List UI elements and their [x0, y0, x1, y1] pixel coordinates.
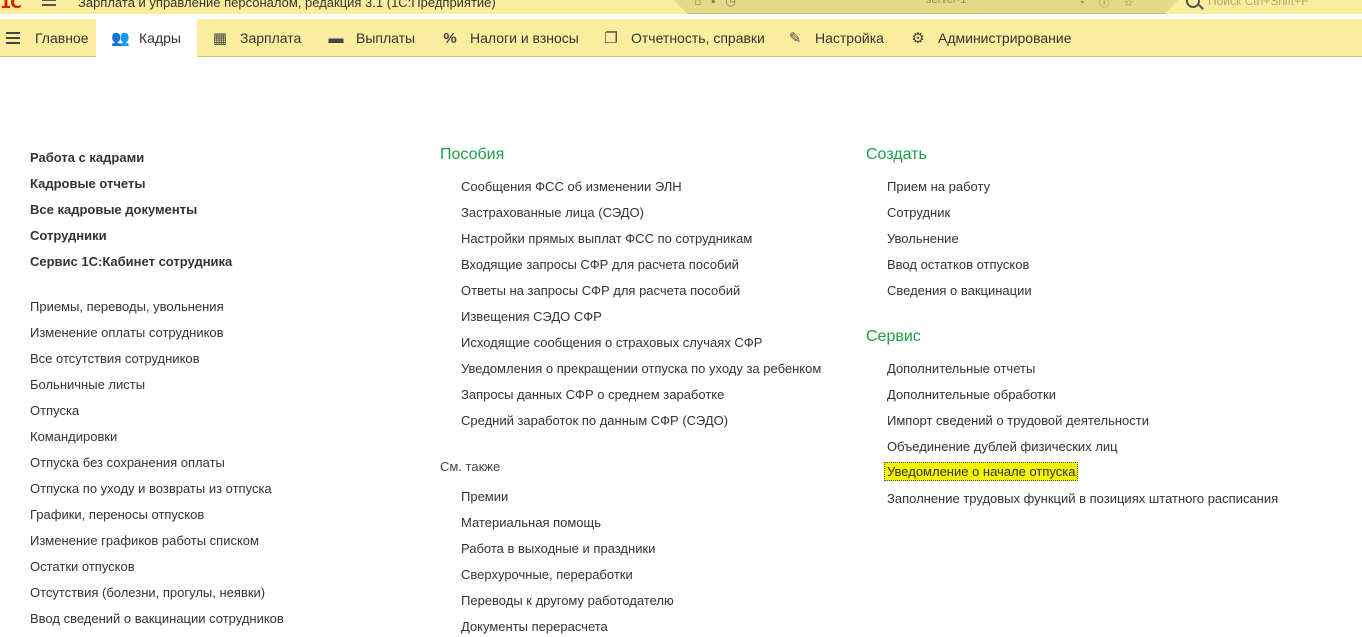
wallet-icon: ▬ [328, 29, 344, 47]
list-item[interactable]: Ввод остатков отпусков [887, 257, 1029, 272]
list-item-highlighted[interactable]: Уведомление о начале отпуска [884, 462, 1079, 481]
section-label: Настройка [815, 30, 884, 46]
app-logo: 1С [0, 0, 22, 12]
list-item[interactable]: Изменение графиков работы списком [30, 533, 259, 548]
info-icon[interactable]: ⓘ [1099, 0, 1110, 9]
group-title-service: Сервис [866, 328, 921, 345]
list-item[interactable]: Приемы, переводы, увольнения [30, 299, 224, 314]
link-hr-work[interactable]: Работа с кадрами [30, 150, 144, 165]
list-item[interactable]: Настройки прямых выплат ФСС по сотрудник… [461, 231, 752, 246]
list-item[interactable]: Прием на работу [887, 179, 990, 194]
list-item[interactable]: Извещения СЭДО СФР [461, 309, 602, 324]
section-label: Кадры [139, 30, 181, 46]
list-item[interactable]: Отпуска по уходу и возвраты из отпуска [30, 481, 272, 496]
calculator-icon: ▦ [212, 30, 228, 47]
section-settings[interactable]: ✎ Настройка [787, 19, 884, 57]
list-item[interactable]: Отпуска [30, 403, 79, 418]
section-payments[interactable]: ▬ Выплаты [328, 19, 416, 57]
history-icon[interactable]: ◷ [726, 0, 736, 8]
section-main[interactable]: Главное [6, 19, 96, 57]
list-item[interactable]: Работа в выходные и праздники [461, 541, 655, 556]
list-item[interactable]: Сведения о вакцинации [887, 283, 1032, 298]
list-item[interactable]: Запросы данных СФР о среднем заработке [461, 387, 724, 402]
list-item[interactable]: Входящие запросы СФР для расчета пособий [461, 257, 739, 272]
title-icons: ⌂ ▪ ◷ [694, 0, 746, 8]
lock-icon[interactable]: ▪ [711, 0, 715, 8]
link-employee-cabinet[interactable]: Сервис 1С:Кабинет сотрудника [30, 254, 232, 269]
list-item[interactable]: Документы перерасчета [461, 619, 608, 634]
bell-icon[interactable]: ◔ [1078, 0, 1085, 9]
section-hr[interactable]: 👥 Кадры [96, 19, 197, 57]
list-item[interactable]: Премии [461, 489, 508, 504]
list-item[interactable]: Переводы к другому работодателю [461, 593, 674, 608]
section-label: Отчетность, справки [631, 30, 765, 46]
group-title-create: Создать [866, 146, 927, 163]
list-item[interactable]: Дополнительные обработки [887, 387, 1056, 402]
global-search[interactable]: Поиск Ctrl+Shift+F [1184, 0, 1362, 14]
section-reports[interactable]: ❐ Отчетность, справки [603, 19, 765, 57]
section-label: Администрирование [938, 30, 1072, 46]
list-item[interactable]: Графики, переносы отпусков [30, 507, 204, 522]
list-item[interactable]: Все отсутствия сотрудников [30, 351, 200, 366]
list-item[interactable]: Средний заработок по данным СФР (СЭДО) [461, 413, 728, 428]
menu-icon [6, 31, 22, 45]
section-label: Главное [35, 30, 89, 46]
list-item[interactable]: Ввод сведений о вакцинации сотрудников [30, 611, 284, 626]
list-item[interactable]: Дополнительные отчеты [887, 361, 1035, 376]
search-icon[interactable] [1186, 0, 1200, 8]
section-admin[interactable]: ⚙ Администрирование [910, 19, 1072, 57]
list-item[interactable]: Сверхурочные, переработки [461, 567, 633, 582]
title-bar: 1С Зарплата и управление персоналом, ред… [0, 0, 1362, 14]
main-menu-icon[interactable] [42, 0, 58, 10]
section-salary[interactable]: ▦ Зарплата [212, 19, 301, 57]
list-item[interactable]: Больничные листы [30, 377, 145, 392]
list-item[interactable]: Изменение оплаты сотрудников [30, 325, 224, 340]
list-item[interactable]: Уведомления о прекращении отпуска по ухо… [461, 361, 821, 376]
group-title-see-also: См. также [440, 459, 501, 474]
vacation-start-notice-link[interactable]: Уведомление о начале отпуска [884, 462, 1079, 481]
list-item[interactable]: Импорт сведений о трудовой деятельности [887, 413, 1149, 428]
search-input[interactable]: Поиск Ctrl+Shift+F [1208, 0, 1309, 8]
window-title: Зарплата и управление персоналом, редакц… [78, 0, 496, 10]
list-item[interactable]: Застрахованные лица (СЭДО) [461, 205, 644, 220]
gear-icon: ⚙ [911, 30, 925, 47]
list-item[interactable]: Ответы на запросы СФР для расчета пособи… [461, 283, 740, 298]
list-item[interactable]: Отпуска без сохранения оплаты [30, 455, 225, 470]
link-all-hr-docs[interactable]: Все кадровые документы [30, 202, 197, 217]
section-label: Выплаты [356, 30, 416, 46]
list-item[interactable]: Остатки отпусков [30, 559, 135, 574]
list-item[interactable]: Заполнение трудовых функций в позициях ш… [887, 491, 1278, 506]
people-icon: 👥 [111, 30, 130, 47]
list-item[interactable]: Сотрудник [887, 205, 950, 220]
server-name: server-1 [926, 0, 967, 6]
list-item[interactable]: Отсутствия (болезни, прогулы, неявки) [30, 585, 265, 600]
list-item[interactable]: Материальная помощь [461, 515, 601, 530]
link-employees[interactable]: Сотрудники [30, 228, 107, 243]
list-item[interactable]: Сообщения ФСС об изменении ЭЛН [461, 179, 682, 194]
list-item[interactable]: Исходящие сообщения о страховых случаях … [461, 335, 762, 350]
section-label: Налоги и взносы [470, 30, 579, 46]
home-icon[interactable]: ⌂ [694, 0, 701, 8]
link-hr-reports[interactable]: Кадровые отчеты [30, 176, 145, 191]
list-item[interactable]: Объединение дублей физических лиц [887, 439, 1118, 454]
percent-icon: % [443, 29, 457, 47]
list-item[interactable]: Командировки [30, 429, 117, 444]
group-title-benefits: Пособия [440, 146, 505, 163]
sections-panel: Главное 👥 Кадры ▦ Зарплата ▬ Выплаты % Н… [0, 19, 1362, 57]
window-controls: ◔ ⓘ ☆ [1078, 0, 1148, 10]
reports-icon: ❐ [604, 30, 618, 47]
section-taxes[interactable]: % Налоги и взносы [442, 19, 579, 57]
wrench-icon: ✎ [788, 30, 802, 47]
section-label: Зарплата [240, 30, 302, 46]
star-icon[interactable]: ☆ [1124, 0, 1134, 9]
list-item[interactable]: Увольнение [887, 231, 959, 246]
